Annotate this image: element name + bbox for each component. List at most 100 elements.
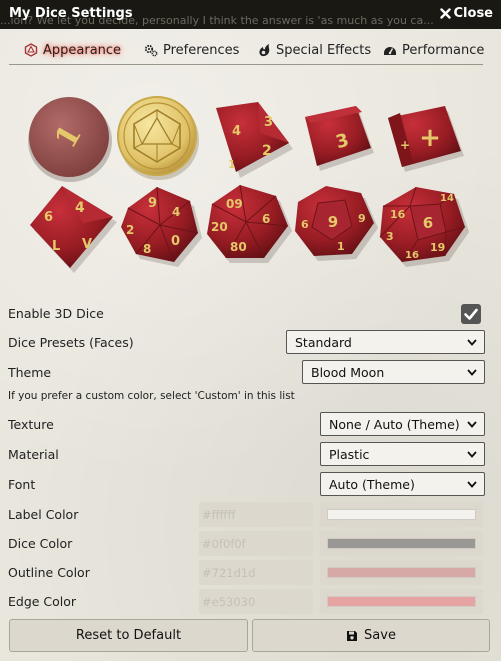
row-label-color: Label Color #ffffff [8,502,493,528]
die-face-label: 6 [423,214,433,232]
theme-label: Theme [8,365,52,380]
label-color-label: Label Color [8,507,79,522]
chevron-down-icon [467,369,477,376]
die-face-label: + [419,123,441,153]
dice-color-swatch [327,538,476,549]
edge-color-label: Edge Color [8,594,77,609]
svg-text:3: 3 [386,230,394,243]
die-d4-small: 4 6 V L [30,186,117,273]
edge-color-hex-input[interactable]: #e53030 [199,589,313,614]
dice-presets-select[interactable]: Standard [286,330,485,354]
tab-performance[interactable]: Performance [383,38,484,62]
die-d2: 1 [28,97,112,182]
title-bar[interactable]: ...ion? We let you decide, personally I … [0,0,501,29]
tab-label: Performance [402,42,485,58]
dice-color-label: Dice Color [8,536,73,551]
tab-appearance[interactable]: Appearance [24,38,121,62]
die-d10: 09 20 6 80 [207,184,292,263]
die-d20: 6 16 14 3 19 16 [379,186,469,267]
dice-presets-value: Standard [295,335,352,350]
edge-color-swatch [327,596,476,607]
material-select[interactable]: Plastic [320,442,485,466]
svg-text:4: 4 [232,124,241,139]
die-fudge: + + [388,106,464,172]
font-value: Auto (Theme) [329,477,415,492]
save-label: Save [364,628,396,643]
row-dice-color: Dice Color #0f0f0f [8,531,493,557]
outline-color-label: Outline Color [8,565,90,580]
material-label: Material [8,447,59,462]
svg-text:2: 2 [126,223,134,237]
die-d6: 3 [305,106,374,171]
gears-icon [144,44,158,57]
texture-value: None / Auto (Theme) [329,417,460,432]
label-color-picker[interactable] [320,502,483,527]
font-label: Font [8,477,36,492]
svg-text:V: V [82,237,92,252]
dice-color-picker[interactable] [320,531,483,556]
font-select[interactable]: Auto (Theme) [320,472,485,496]
reset-to-default-button[interactable]: Reset to Default [9,619,248,652]
texture-label: Texture [8,417,54,432]
chevron-down-icon [467,451,477,458]
enable-3d-label: Enable 3D Dice [8,306,104,321]
svg-text:0: 0 [171,234,180,249]
outline-color-picker[interactable] [320,560,483,585]
theme-select[interactable]: Blood Moon [302,360,485,384]
svg-text:+: + [400,138,410,152]
row-font: Font Auto (Theme) [8,472,493,498]
texture-select[interactable]: None / Auto (Theme) [320,412,485,436]
save-button[interactable]: Save [252,619,490,652]
die-d12: 9 9 6 1 [295,186,378,261]
chevron-down-icon [467,339,477,346]
enable-3d-checkbox[interactable] [461,304,481,324]
svg-text:4: 4 [172,205,180,219]
row-outline-color: Outline Color #721d1d [8,560,493,586]
svg-text:19: 19 [430,241,445,254]
close-button[interactable]: Close [439,6,493,21]
dice-presets-label: Dice Presets (Faces) [8,335,134,350]
theme-hint: If you prefer a custom color, select 'Cu… [8,390,295,402]
label-color-hex-input[interactable]: #ffffff [199,502,313,527]
tab-preferences[interactable]: Preferences [144,38,239,62]
label-color-swatch [327,509,476,520]
svg-text:6: 6 [44,210,53,225]
reset-label: Reset to Default [75,628,182,643]
edge-color-picker[interactable] [320,589,483,614]
tab-label: Preferences [163,42,240,58]
row-enable-3d: Enable 3D Dice [8,301,493,327]
outline-color-hex-input[interactable]: #721d1d [199,560,313,585]
svg-text:14: 14 [440,193,454,204]
row-theme: Theme Blood Moon [8,360,493,386]
svg-text:80: 80 [230,240,247,254]
svg-text:L: L [52,239,60,254]
chevron-down-icon [467,421,477,428]
die-d8: 9 4 2 0 8 [121,186,202,267]
svg-text:8: 8 [143,242,151,256]
die-face-label: 9 [148,196,157,211]
die-face-label: 2 [262,143,272,159]
close-label: Close [453,6,493,21]
die-face-label: 4 [75,200,85,216]
row-texture: Texture None / Auto (Theme) [8,412,493,438]
svg-text:20: 20 [211,220,228,234]
die-d4-large: 4 3 2 1 [216,102,293,178]
floppy-disk-icon [347,630,358,641]
dice-settings-window: ...ion? We let you decide, personally I … [0,0,501,661]
outline-color-swatch [327,567,476,578]
window-title: My Dice Settings [9,6,133,21]
svg-text:1: 1 [228,158,236,171]
gauge-icon [384,47,396,55]
die-face-label: 09 [226,197,243,211]
row-edge-color: Edge Color #e53030 [8,589,493,615]
dice-color-hex-input[interactable]: #0f0f0f [199,531,313,556]
svg-text:6: 6 [301,218,309,231]
flame-icon [259,44,270,57]
svg-text:3: 3 [264,115,273,130]
tab-bar: Appearance Preferences Special Effects P… [9,38,484,65]
svg-text:16: 16 [390,208,406,221]
svg-text:16: 16 [405,250,419,261]
tab-special-effects[interactable]: Special Effects [257,38,371,62]
theme-value: Blood Moon [311,365,385,380]
chevron-down-icon [467,481,477,488]
